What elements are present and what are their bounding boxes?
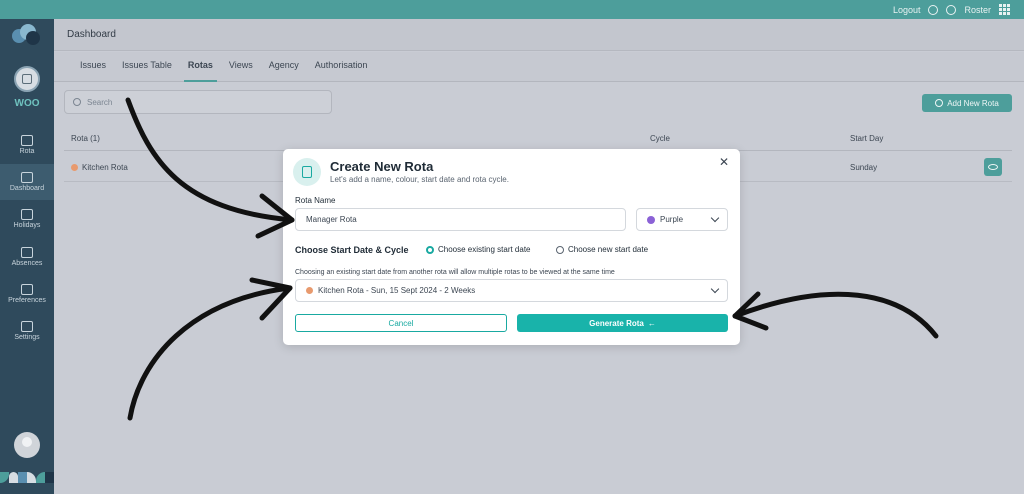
sidebar-decoration <box>0 472 54 494</box>
sidebar-item-holidays[interactable]: Holidays <box>0 201 54 237</box>
header-bar <box>0 19 1024 51</box>
generate-rota-button[interactable]: Generate Rota ← <box>517 314 728 332</box>
sidebar-item-label: Rota <box>19 148 35 155</box>
top-bar: Logout Roster <box>0 0 1024 19</box>
tab-agency[interactable]: Agency <box>261 52 307 82</box>
start-day-cell: Sunday <box>850 163 878 172</box>
add-new-rota-button[interactable]: Add New Rota <box>922 94 1012 112</box>
radio-new-start-date[interactable]: Choose new start date <box>556 245 648 254</box>
view-rota-button[interactable] <box>984 158 1002 176</box>
clipboard-icon <box>293 158 321 186</box>
rota-name-label: Rota Name <box>295 196 336 205</box>
logout-icon[interactable] <box>928 4 939 15</box>
gear-icon <box>21 321 33 332</box>
colour-value: Purple <box>660 215 684 224</box>
modal-subtitle: Let's add a name, colour, start date and… <box>330 175 509 184</box>
sidebar-item-absences[interactable]: Absences <box>0 239 54 275</box>
sidebar-item-label: Absences <box>11 260 43 267</box>
tab-views[interactable]: Views <box>221 52 261 82</box>
annotation-arrow-generate <box>732 291 939 339</box>
sidebar-item-settings[interactable]: Settings <box>0 313 54 349</box>
radio-selected-icon <box>426 245 434 254</box>
arrow-left-icon: ← <box>647 318 656 328</box>
app-logo[interactable] <box>12 24 42 46</box>
gear-icon[interactable] <box>946 4 957 15</box>
create-rota-modal: Create New Rota Let's add a name, colour… <box>283 149 740 345</box>
plus-circle-icon <box>935 99 944 107</box>
modal-title: Create New Rota <box>330 159 434 174</box>
chevron-down-icon <box>710 284 720 294</box>
eye-icon <box>988 164 998 170</box>
colour-select[interactable]: Purple <box>636 208 728 231</box>
cycle-section-title: Choose Start Date & Cycle <box>295 245 409 255</box>
sidebar-item-label: Preferences <box>8 297 46 304</box>
search-placeholder: Search <box>87 97 113 107</box>
sidebar-item-label: Holidays <box>13 222 41 229</box>
column-header-cycle: Cycle <box>650 134 671 143</box>
dashboard-icon <box>21 172 33 183</box>
chevron-down-icon <box>710 213 720 223</box>
sidebar-item-preferences[interactable]: Preferences <box>0 276 54 312</box>
search-icon <box>73 98 81 106</box>
sidebar-item-rota[interactable]: Rota <box>0 127 54 163</box>
close-icon[interactable]: ✕ <box>719 155 729 169</box>
page-title: Dashboard <box>67 29 116 40</box>
radio-existing-start-date[interactable]: Choose existing start date <box>426 245 531 254</box>
rota-name-input[interactable]: Manager Rota <box>295 208 626 231</box>
sidebar-item-label: Dashboard <box>9 185 45 192</box>
roster-link[interactable]: Roster <box>964 5 991 15</box>
annotation-arrow-existing-rota <box>127 285 293 421</box>
tab-issues[interactable]: Issues <box>72 52 114 82</box>
preferences-icon <box>21 284 33 295</box>
sidebar-item-dashboard[interactable]: Dashboard <box>0 164 54 200</box>
existing-rota-select[interactable]: Kitchen Rota - Sun, 15 Sept 2024 - 2 Wee… <box>295 279 728 302</box>
add-new-rota-label: Add New Rota <box>947 98 999 108</box>
holidays-icon <box>21 209 33 220</box>
sidebar-item-label: Settings <box>14 334 40 341</box>
tab-authorisation[interactable]: Authorisation <box>307 52 376 82</box>
tab-issues-table[interactable]: Issues Table <box>114 52 180 82</box>
tab-bar: Issues Issues Table Rotas Views Agency A… <box>54 52 1024 82</box>
org-avatar[interactable] <box>14 66 40 92</box>
calendar-icon <box>21 135 33 146</box>
colour-swatch <box>647 215 655 224</box>
rota-colour-dot <box>71 164 78 171</box>
logout-link[interactable]: Logout <box>893 5 921 15</box>
radio-unselected-icon <box>556 245 564 254</box>
column-header-rota[interactable]: Rota (1) <box>71 134 100 143</box>
cancel-button[interactable]: Cancel <box>295 314 507 332</box>
existing-rota-value: Kitchen Rota - Sun, 15 Sept 2024 - 2 Wee… <box>318 286 476 295</box>
user-avatar[interactable] <box>14 432 40 458</box>
org-name: WOO <box>14 98 40 109</box>
start-date-hint: Choosing an existing start date from ano… <box>295 269 615 276</box>
tab-rotas[interactable]: Rotas <box>180 52 221 82</box>
search-input[interactable]: Search <box>64 90 332 114</box>
rota-name-cell: Kitchen Rota <box>71 163 128 172</box>
apps-grid-icon[interactable] <box>999 4 1010 15</box>
rota-colour-dot <box>306 287 313 294</box>
absences-icon <box>21 247 33 258</box>
column-header-start-day: Start Day <box>850 134 884 143</box>
